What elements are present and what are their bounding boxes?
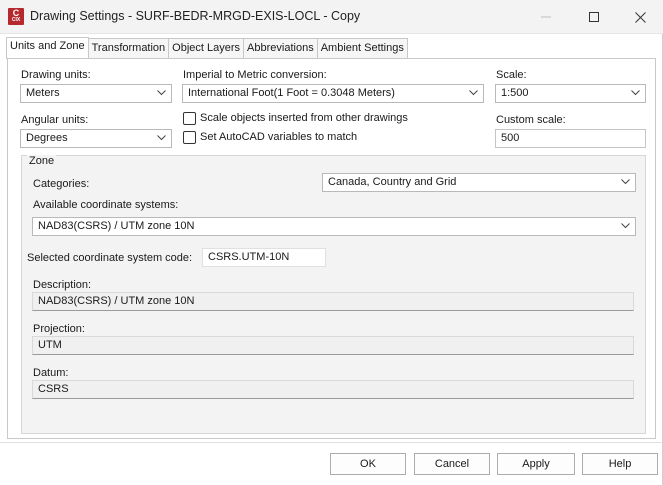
close-button[interactable]: [617, 0, 663, 34]
conversion-label: Imperial to Metric conversion:: [183, 69, 327, 81]
apply-button[interactable]: Apply: [497, 453, 575, 475]
maximize-button[interactable]: [571, 0, 617, 34]
available-systems-value: NAD83(CSRS) / UTM zone 10N: [38, 220, 195, 232]
title-bar: C CIX Drawing Settings - SURF-BEDR-MRGD-…: [0, 0, 663, 34]
selected-code-field[interactable]: CSRS.UTM-10N: [202, 248, 326, 267]
conversion-value: International Foot(1 Foot = 0.3048 Meter…: [188, 87, 395, 99]
categories-select[interactable]: Canada, Country and Grid: [322, 173, 636, 192]
minimize-button[interactable]: [523, 0, 569, 34]
tab-strip: Units and Zone Transformation Object Lay…: [6, 37, 408, 59]
chevron-down-icon: [157, 135, 166, 141]
scale-objects-checkbox[interactable]: [183, 112, 196, 125]
civil3d-app-icon: C CIX: [8, 8, 24, 25]
set-variables-checkbox[interactable]: [183, 131, 196, 144]
chevron-down-icon: [157, 90, 166, 96]
drawing-units-label: Drawing units:: [21, 69, 91, 81]
zone-group: Zone Categories: Canada, Country and Gri…: [21, 155, 646, 434]
footer-divider: [0, 442, 663, 443]
drawing-units-select[interactable]: Meters: [20, 84, 172, 103]
datum-field: CSRS: [32, 380, 634, 399]
custom-scale-label: Custom scale:: [496, 114, 566, 126]
datum-label: Datum:: [33, 367, 69, 379]
help-button[interactable]: Help: [582, 453, 658, 475]
tab-abbreviations[interactable]: Abbreviations: [244, 38, 318, 58]
scale-select[interactable]: 1:500: [495, 84, 646, 103]
categories-value: Canada, Country and Grid: [328, 176, 457, 188]
units-and-zone-panel: Drawing units: Meters Angular units: Deg…: [7, 58, 656, 439]
categories-label: Categories:: [33, 178, 90, 190]
scale-objects-label: Scale objects inserted from other drawin…: [200, 112, 408, 124]
scale-value: 1:500: [501, 87, 529, 99]
tab-units-and-zone[interactable]: Units and Zone: [6, 37, 89, 59]
zone-group-title: Zone: [27, 155, 57, 167]
custom-scale-input[interactable]: 500: [495, 129, 646, 148]
chevron-down-icon: [621, 179, 630, 185]
minimize-icon: [541, 16, 551, 18]
angular-units-select[interactable]: Degrees: [20, 129, 172, 148]
projection-label: Projection:: [33, 323, 85, 335]
maximize-icon: [589, 12, 599, 22]
description-field: NAD83(CSRS) / UTM zone 10N: [32, 292, 634, 311]
chevron-down-icon: [631, 90, 640, 96]
cancel-button[interactable]: Cancel: [414, 453, 490, 475]
angular-units-value: Degrees: [26, 132, 68, 144]
selected-code-label: Selected coordinate system code:: [27, 252, 193, 264]
ok-button[interactable]: OK: [330, 453, 406, 475]
scale-label: Scale:: [496, 69, 527, 81]
set-variables-label: Set AutoCAD variables to match: [200, 131, 358, 143]
drawing-units-value: Meters: [26, 87, 60, 99]
chevron-down-icon: [469, 90, 478, 96]
description-label: Description:: [33, 279, 92, 291]
available-systems-select[interactable]: NAD83(CSRS) / UTM zone 10N: [32, 217, 636, 236]
projection-field: UTM: [32, 336, 634, 355]
tab-transformation[interactable]: Transformation: [88, 38, 170, 58]
angular-units-label: Angular units:: [21, 114, 89, 126]
conversion-select[interactable]: International Foot(1 Foot = 0.3048 Meter…: [182, 84, 484, 103]
window-title: Drawing Settings - SURF-BEDR-MRGD-EXIS-L…: [30, 9, 361, 23]
available-systems-label: Available coordinate systems:: [33, 199, 179, 211]
tab-ambient-settings[interactable]: Ambient Settings: [317, 38, 408, 58]
close-icon: [634, 11, 646, 23]
tab-object-layers[interactable]: Object Layers: [169, 38, 245, 58]
chevron-down-icon: [621, 223, 630, 229]
